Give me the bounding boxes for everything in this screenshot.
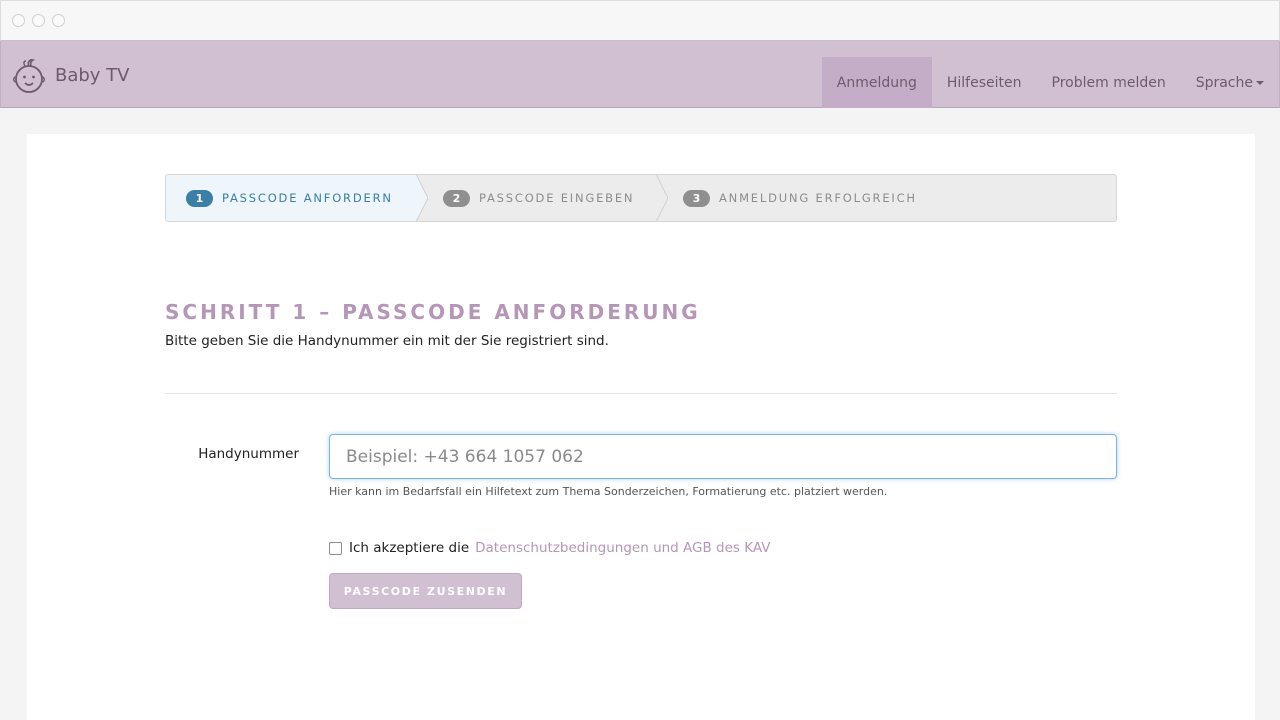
step-separator-chevron-icon	[412, 175, 428, 221]
terms-checkbox[interactable]	[329, 541, 342, 555]
wizard-step-3[interactable]: 3 ANMELDUNG ERFOLGREICH	[656, 175, 1116, 221]
nav-item-anmeldung[interactable]: Anmeldung	[821, 57, 932, 108]
wizard-step-2[interactable]: 2 PASSCODE EINGEBEN	[416, 175, 656, 221]
nav-item-sprache-dropdown[interactable]: Sprache	[1181, 57, 1279, 108]
page-description: Bitte geben Sie die Handynummer ein mit …	[165, 333, 609, 349]
window-maximize-button[interactable]	[52, 14, 65, 27]
terms-row: Ich akzeptiere die Datenschutzbedingunge…	[329, 539, 770, 557]
nav-item-label: Problem melden	[1051, 74, 1166, 91]
step-number-badge: 3	[683, 189, 710, 207]
nav-item-hilfeseiten[interactable]: Hilfeseiten	[932, 57, 1037, 108]
main-nav: Anmeldung Hilfeseiten Problem melden Spr…	[821, 57, 1279, 108]
phone-label: Handynummer	[198, 446, 299, 462]
nav-item-label: Hilfeseiten	[946, 74, 1022, 91]
brand-name: Baby TV	[55, 64, 130, 86]
terms-link[interactable]: Datenschutzbedingungen und AGB des KAV	[475, 540, 770, 556]
navbar: Baby TV Anmeldung Hilfeseiten Problem me…	[0, 41, 1280, 108]
window-close-button[interactable]	[12, 14, 25, 27]
window-titlebar	[0, 0, 1280, 41]
page-title: SCHRITT 1 – PASSCODE ANFORDERUNG	[165, 300, 701, 324]
step-label: ANMELDUNG ERFOLGREICH	[719, 191, 917, 205]
step-number-badge: 2	[443, 189, 470, 207]
nav-item-problem-melden[interactable]: Problem melden	[1037, 57, 1181, 108]
phone-help-text: Hier kann im Bedarfsfall ein Hilfetext z…	[329, 485, 888, 498]
caret-down-icon	[1256, 80, 1264, 85]
section-divider	[165, 393, 1117, 394]
nav-item-label: Sprache	[1195, 74, 1253, 91]
baby-face-icon	[13, 59, 45, 93]
terms-prefix: Ich akzeptiere die	[349, 540, 470, 556]
wizard-step-1[interactable]: 1 PASSCODE ANFORDERN	[166, 175, 416, 221]
phone-input[interactable]	[329, 434, 1117, 479]
send-passcode-button[interactable]: PASSCODE ZUSENDEN	[329, 573, 522, 609]
window-minimize-button[interactable]	[32, 14, 45, 27]
wizard-steps: 1 PASSCODE ANFORDERN 2 PASSCODE EINGEBEN…	[165, 174, 1117, 222]
step-label: PASSCODE EINGEBEN	[479, 191, 635, 205]
step-label: PASSCODE ANFORDERN	[222, 191, 393, 205]
step-separator-chevron-icon	[655, 175, 668, 221]
brand-link[interactable]: Baby TV	[11, 55, 130, 95]
nav-item-label: Anmeldung	[836, 74, 917, 91]
step-number-badge: 1	[186, 189, 213, 207]
